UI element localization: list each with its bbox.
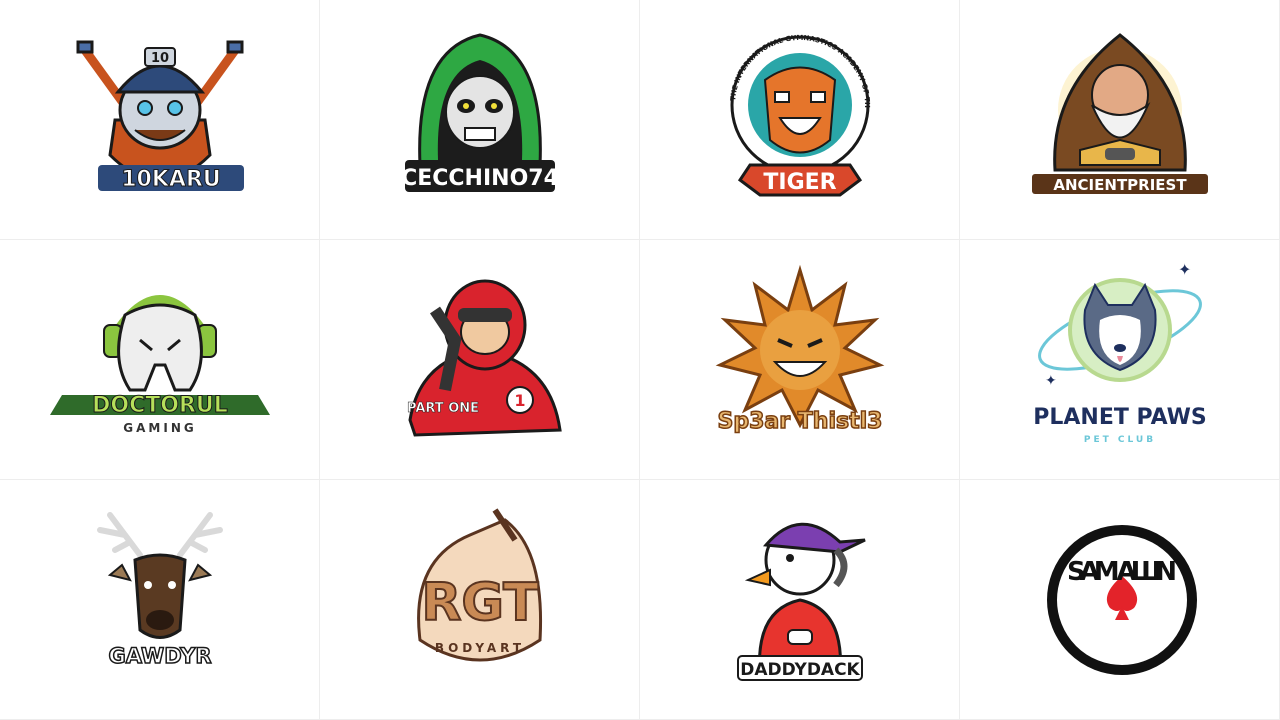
hooded-skull-icon: CECCHINO74 <box>401 33 559 192</box>
tiger-icon: TIGER THE INTERNATIONAL GYMNASTICS ACADE… <box>640 0 871 197</box>
logo-card-planet-paws[interactable]: ✦ ✦ PLANET PAWS PET CLUB <box>960 240 1280 480</box>
logo-text-cecchino74: CECCHINO74 <box>401 166 559 191</box>
logo-text-10karu: 10KARU <box>121 167 221 192</box>
logo-grid: 10 10KARU CECCHINO74 TIGER THE INTERNATI… <box>0 0 1280 720</box>
logo-text-gawdyr: GAWDYR <box>109 644 212 668</box>
logo-text-doctorul: DOCTORUL <box>92 393 228 418</box>
rgt-monogram-icon: RGT BODYART <box>417 508 543 662</box>
deer-icon: GAWDYR <box>97 512 223 669</box>
spiky-monster-icon: Sp3ar Thistl3 <box>715 264 885 435</box>
star-icon: ✦ <box>1178 262 1191 279</box>
logo-text-rgt: RGT <box>421 573 539 633</box>
spade-monogram-icon: SAM ALLIN <box>1047 525 1197 675</box>
logo-card-rgt-bodyart[interactable]: RGT BODYART <box>320 480 640 720</box>
logo-card-ancientpriest[interactable]: ANCIENTPRIEST <box>960 0 1280 240</box>
logo-subtext-doctorul: GAMING <box>123 421 196 435</box>
logo-card-cecchino74[interactable]: CECCHINO74 <box>320 0 640 240</box>
logo-text-tiger: TIGER <box>763 170 836 195</box>
badge-number: 1 <box>514 391 525 410</box>
logo-text-sam-allin: SAM ALLIN <box>1067 557 1177 587</box>
logo-subtext-planet-paws: PET CLUB <box>1084 435 1156 445</box>
logo-text-daddydack: DADDYDACK <box>740 660 860 680</box>
wizard-icon: ANCIENTPRIEST <box>1032 33 1208 194</box>
logo-subtext-rgt: BODYART <box>435 641 525 655</box>
racer-icon: 1 PART ONE <box>407 279 562 437</box>
husky-planet-icon: ✦ ✦ PLANET PAWS PET CLUB <box>1033 262 1207 445</box>
logo-card-tiger[interactable]: TIGER THE INTERNATIONAL GYMNASTICS ACADE… <box>640 0 960 240</box>
logo-card-sp3ar-thistl3[interactable]: Sp3ar Thistl3 <box>640 240 960 480</box>
skull-soldier-icon: 10 10KARU <box>76 40 244 193</box>
logo-card-sam-allin[interactable]: SAM ALLIN <box>960 480 1280 720</box>
logo-text-sp3ar-thistl3: Sp3ar Thistl3 <box>718 409 883 434</box>
logo-card-gawdyr[interactable]: GAWDYR <box>0 480 320 720</box>
star-icon: ✦ <box>1045 372 1057 388</box>
logo-card-partone[interactable]: 1 PART ONE <box>320 240 640 480</box>
logo-text-planet-paws: PLANET PAWS <box>1033 405 1207 430</box>
logo-card-doctorul[interactable]: DOCTORUL GAMING <box>0 240 320 480</box>
logo-card-10karu[interactable]: 10 10KARU <box>0 0 320 240</box>
logo-text-ancientpriest: ANCIENTPRIEST <box>1053 176 1187 194</box>
duck-gamer-icon: DADDYDACK <box>737 522 866 681</box>
logo-card-daddydack[interactable]: DADDYDACK <box>640 480 960 720</box>
tooth-headphones-icon: DOCTORUL GAMING <box>50 295 270 435</box>
logo-text-partone: PART ONE <box>407 401 479 416</box>
helmet-number: 10 <box>151 51 169 66</box>
